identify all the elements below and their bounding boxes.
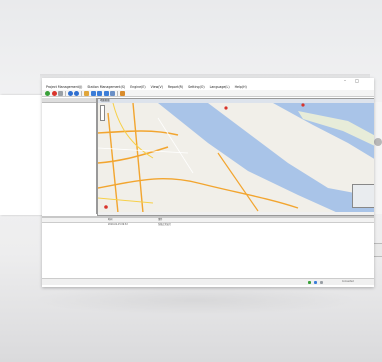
toolbar-separator — [116, 90, 118, 96]
status-bar: Connected — [42, 278, 374, 285]
right-round-button[interactable] — [374, 138, 382, 146]
station-marker[interactable] — [224, 106, 228, 110]
connection-icon — [308, 280, 311, 284]
toolbar — [42, 90, 374, 97]
station-marker[interactable] — [104, 205, 108, 209]
station-marker[interactable] — [301, 103, 305, 107]
menu-view[interactable]: View(V) — [151, 85, 163, 89]
zoom-slider[interactable] — [100, 105, 105, 121]
stop-icon[interactable] — [51, 90, 57, 96]
map-canvas[interactable] — [98, 103, 374, 213]
map-status-bar — [98, 211, 374, 215]
print-icon[interactable] — [119, 90, 125, 96]
map-panel[interactable]: 地图视图 — [97, 98, 374, 216]
toolbar-separator — [64, 90, 66, 96]
station-tree — [42, 98, 97, 214]
menu-report[interactable]: Report(R) — [168, 85, 183, 89]
grid-cell[interactable]: 系统正常运行 — [158, 223, 171, 226]
measure-icon[interactable] — [110, 90, 116, 96]
floor-shadow — [30, 285, 360, 315]
fullextent-icon[interactable] — [103, 90, 109, 96]
overview-map[interactable] — [352, 184, 374, 208]
zoom-out-icon[interactable] — [97, 90, 103, 96]
menu-language[interactable]: Language(L) — [210, 85, 230, 89]
menu-engine[interactable]: Engine(E) — [130, 85, 145, 89]
event-grid: 序号 时间 事件 1 2019-01-15 09:32 系统正常运行 — [42, 218, 374, 276]
tree-header — [42, 98, 96, 103]
menu-project[interactable]: Project Management(J) — [46, 85, 82, 89]
info-icon[interactable] — [67, 90, 73, 96]
chart-icon[interactable] — [58, 90, 64, 96]
zoom-in-icon[interactable] — [90, 90, 96, 96]
home-icon[interactable] — [45, 90, 50, 96]
help-icon[interactable] — [74, 90, 80, 96]
menu-station[interactable]: Station Management(S) — [87, 85, 125, 89]
grid-cell[interactable]: 2019-01-15 09:32 — [108, 223, 128, 226]
hand-icon[interactable] — [83, 90, 89, 96]
menu-help[interactable]: Help(H) — [235, 85, 247, 89]
tree-panel-window — [0, 95, 44, 215]
col-header[interactable]: 事件 — [158, 218, 162, 222]
sync-icon — [320, 280, 323, 284]
toolbar-separator — [80, 90, 82, 96]
grid-header: 序号 时间 事件 — [42, 218, 374, 223]
network-icon — [314, 280, 317, 284]
menu-setting[interactable]: Setting(O) — [188, 85, 204, 89]
main-window: – □ Project Management(J) Station Manage… — [42, 78, 374, 287]
status-text: Connected — [342, 280, 354, 283]
col-header[interactable]: 时间 — [108, 218, 112, 222]
